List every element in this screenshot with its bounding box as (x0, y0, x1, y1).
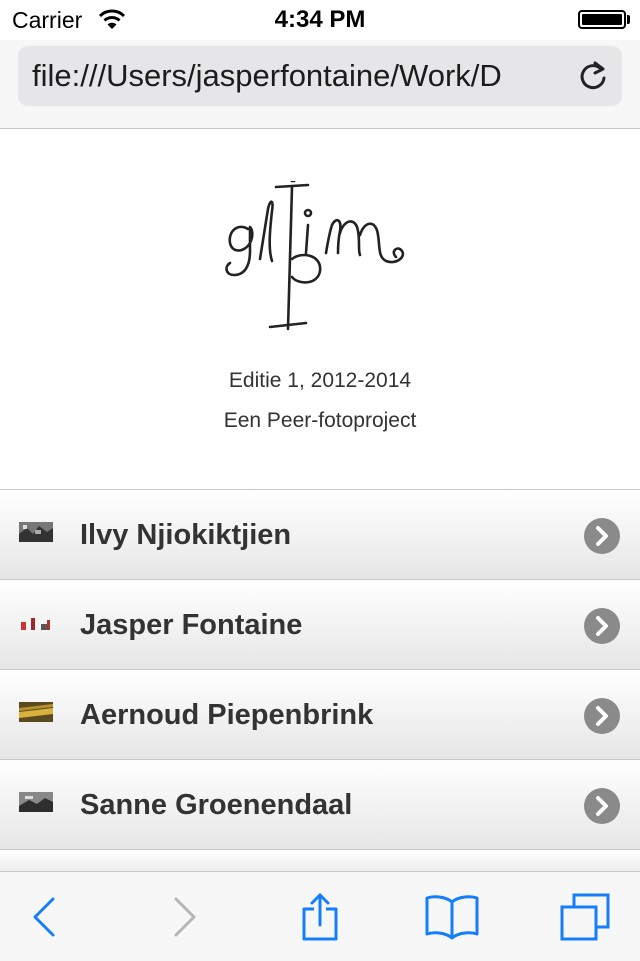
battery-icon (578, 10, 626, 29)
glim-logo (225, 181, 405, 331)
forward-button[interactable] (140, 872, 230, 961)
url-text[interactable]: file:///Users/jasperfontaine/Work/D (32, 58, 560, 94)
list-item-label: Jasper Fontaine (80, 609, 303, 641)
list-item[interactable]: Jasper Fontaine (0, 579, 640, 669)
share-button[interactable] (275, 872, 365, 961)
bookmarks-icon (425, 894, 479, 939)
back-icon (33, 897, 55, 936)
chevron-right-icon (584, 518, 620, 554)
photo-thumbnail (19, 702, 53, 722)
list-item-label: Aernoud Piepenbrink (80, 699, 374, 731)
photo-thumbnail (19, 792, 53, 812)
hero-section: Editie 1, 2012-2014 Een Peer-fotoproject (0, 129, 640, 489)
list-item-label: Ilvy Njiokiktjien (80, 519, 292, 551)
tabs-icon (560, 893, 610, 940)
tabs-button[interactable] (540, 872, 630, 961)
photo-thumbnail (19, 612, 53, 632)
chevron-right-icon (584, 608, 620, 644)
chevron-right-icon (584, 788, 620, 824)
photo-thumbnail (19, 522, 53, 542)
status-bar: Carrier 4:34 PM (0, 0, 640, 40)
browser-address-bar: file:///Users/jasperfontaine/Work/D (0, 40, 640, 129)
list-item[interactable]: Sanne Groenendaal (0, 759, 640, 849)
battery-cap (627, 15, 630, 24)
status-time: 4:34 PM (274, 6, 366, 33)
list-item[interactable]: Ilvy Njiokiktjien (0, 489, 640, 579)
url-field[interactable]: file:///Users/jasperfontaine/Work/D (18, 46, 622, 106)
forward-icon (174, 897, 196, 936)
list-item-label: Sanne Groenendaal (80, 789, 353, 821)
edition-text: Editie 1, 2012-2014 (228, 369, 412, 392)
chevron-right-icon (584, 698, 620, 734)
reload-icon[interactable] (576, 59, 610, 93)
share-icon (302, 893, 338, 940)
back-button[interactable] (0, 872, 88, 961)
bookmarks-button[interactable] (405, 872, 499, 961)
photographer-list: Ilvy Njiokiktjien Jasper Fontaine Aernou… (0, 489, 640, 880)
browser-toolbar (0, 871, 640, 961)
subtitle-text: Een Peer-fotoproject (223, 409, 417, 432)
list-item[interactable]: Aernoud Piepenbrink (0, 669, 640, 759)
